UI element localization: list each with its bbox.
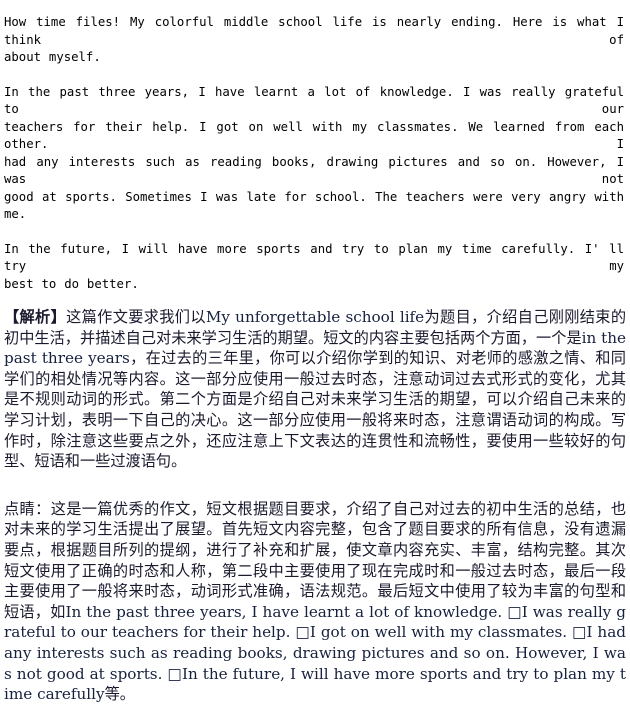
composition-line: had any interests such as reading books,… [4, 154, 624, 187]
tip-label: 点睛： [4, 499, 51, 518]
analysis-heading: 【解析】 [4, 308, 67, 326]
analysis-paragraph: 【解析】这篇作文要求我们以My unforgettable school lif… [2, 307, 628, 472]
composition-line: about myself. [4, 50, 101, 64]
tip-paragraph: 点睛：这是一篇优秀的作文，短文根据题目要求，介绍了自己对过去的初中生活的总结，也… [2, 499, 628, 705]
analysis-text-1: 这篇作文要求我们以 [66, 308, 206, 326]
composition-line: How time files! My colorful middle schoo… [4, 15, 624, 47]
composition-line: teachers for their help. I got on well w… [4, 119, 624, 152]
composition-line: In the future, I will have more sports a… [4, 241, 624, 274]
analysis-text-3: ，在过去的三年里，你可以介绍你学到的知识、对老师的感激之情、和同学们的相处情况等… [4, 349, 626, 471]
composition-line: best to do better. [4, 276, 139, 291]
document-page: How time files! My colorful middle schoo… [0, 0, 630, 703]
composition-line: In the past three years, I have learnt a… [4, 84, 624, 117]
analysis-english-term-1: My unforgettable school life [205, 308, 425, 326]
composition-paragraph-3: In the future, I will have more sports a… [4, 241, 624, 294]
english-composition: How time files! My colorful middle schoo… [2, 14, 628, 293]
tip-english-example: In the past three years, I have learnt a… [4, 602, 626, 704]
composition-paragraph-2: In the past three years, I have learnt a… [4, 84, 624, 224]
composition-line: good at sports. Sometimes I was late for… [4, 189, 624, 222]
tip-body-chinese-end: 等。 [104, 685, 135, 704]
composition-paragraph-1: How time files! My colorful middle schoo… [4, 14, 624, 67]
